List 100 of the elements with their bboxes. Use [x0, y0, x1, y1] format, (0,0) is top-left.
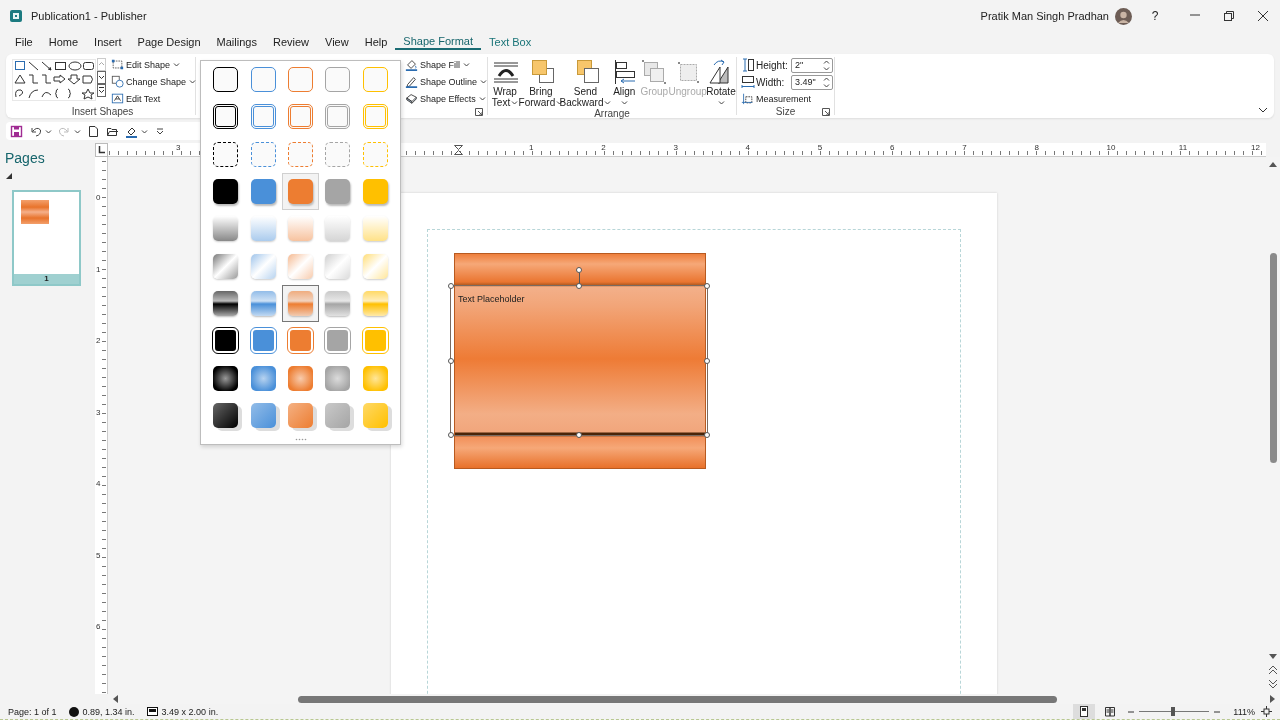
caret-icon: [74, 128, 81, 134]
group-label: Arrange: [594, 108, 630, 119]
ribbon-button[interactable]: Change Shape: [111, 74, 197, 89]
zoom-level[interactable]: 111%: [1233, 706, 1255, 717]
ruler-number: 1: [529, 143, 534, 152]
ribbon-tab[interactable]: Shape Format: [395, 34, 481, 50]
resize-handle[interactable]: [448, 283, 454, 289]
position-icon: [68, 706, 79, 717]
ruler-number: 10: [1106, 143, 1116, 152]
group-label: Size: [775, 106, 796, 117]
ribbon-tab[interactable]: Page Design: [129, 34, 209, 50]
resize-handle[interactable]: [448, 432, 454, 438]
scroll-right-icon[interactable]: [1270, 695, 1276, 703]
ribbon-tab[interactable]: Mailings: [208, 34, 265, 50]
scroll-thumb[interactable]: [1269, 253, 1277, 463]
caret-icon: [478, 96, 486, 101]
collapse-icon[interactable]: [6, 173, 12, 179]
app-icon: [9, 9, 23, 23]
ruler-number: 4: [96, 479, 101, 488]
size-readout: 3.49 x 2.00 in.: [161, 706, 219, 717]
indent-marker-icon[interactable]: [454, 145, 463, 155]
ribbon-tab[interactable]: Home: [40, 34, 87, 50]
ribbon-tab[interactable]: Insert: [86, 34, 130, 50]
field-label: Width:: [756, 76, 786, 88]
slider-thumb[interactable]: [1170, 707, 1175, 716]
page-thumbnail[interactable]: 1: [12, 190, 81, 286]
text-box-icon: [111, 92, 124, 105]
ruler-number: 0: [96, 193, 101, 202]
ruler-number: 11: [1178, 143, 1188, 152]
ribbon-tab[interactable]: View: [317, 34, 357, 50]
caret-icon: [511, 100, 519, 105]
placeholder-text: Text Placeholder: [458, 294, 525, 304]
ribbon-tab[interactable]: Review: [264, 34, 318, 50]
ribbon-tab[interactable]: Text Box: [481, 34, 540, 50]
scroll-thumb[interactable]: [298, 695, 1057, 703]
shape-effects-icon: [404, 92, 418, 105]
ruler-number: 1: [96, 264, 101, 274]
spinner-icon[interactable]: [823, 59, 830, 71]
pen-outline-icon: [404, 75, 418, 88]
ribbon-button[interactable]: Edit Text: [111, 91, 197, 106]
view-button[interactable]: [1073, 704, 1096, 719]
two-page-icon: [1104, 705, 1117, 718]
ribbon-button[interactable]: Measurement: [741, 91, 833, 106]
resize-handle[interactable]: [704, 357, 710, 364]
ribbon-button[interactable]: Shape Outline: [404, 74, 487, 89]
caret-icon: [463, 62, 470, 67]
collapse-ribbon-icon[interactable]: [1258, 107, 1268, 113]
size-icon: [146, 707, 158, 716]
close-icon[interactable]: [1257, 10, 1269, 22]
ribbon-tab[interactable]: File: [7, 34, 41, 50]
ribbon-tab[interactable]: Help: [356, 34, 396, 50]
ribbon-button[interactable]: Align: [609, 57, 640, 108]
measurement-icon: [741, 92, 754, 105]
ribbon-button[interactable]: Rotate: [705, 57, 736, 108]
ruler-number: 4: [745, 143, 751, 152]
pane-title: Pages: [5, 150, 46, 168]
caret-icon: [604, 100, 612, 105]
ruler-number: 5: [96, 550, 101, 560]
next-page-icon[interactable]: [1269, 680, 1277, 688]
rotation-handle[interactable]: [576, 267, 582, 273]
resize-handle[interactable]: [704, 432, 710, 438]
ruler-number: 6: [96, 622, 101, 631]
scroll-down-icon[interactable]: [1269, 654, 1277, 660]
resize-handle[interactable]: [576, 283, 582, 289]
save-icon[interactable]: [10, 124, 23, 138]
dialog-launcher-icon[interactable]: [822, 108, 830, 116]
scroll-down-button[interactable]: [97, 71, 106, 84]
resize-handle[interactable]: [704, 283, 710, 289]
dialog-launcher-icon[interactable]: [475, 108, 483, 116]
resize-handle[interactable]: [448, 357, 454, 364]
ruler-number: 12: [1251, 143, 1260, 152]
scroll-left-icon[interactable]: [112, 695, 118, 703]
size-field[interactable]: 2": [791, 57, 833, 73]
ruler-number: 3: [673, 143, 678, 152]
ribbon-button[interactable]: Wrap Text: [490, 57, 520, 108]
new-document-icon[interactable]: [87, 124, 100, 138]
caret-icon: [45, 128, 52, 134]
help-button[interactable]: ?: [1148, 9, 1162, 23]
caret-icon: [480, 79, 487, 84]
ruler-number: 2: [96, 336, 101, 345]
previous-page-icon[interactable]: [1269, 666, 1277, 674]
single-page-icon: [1078, 705, 1091, 718]
scroll-up-icon[interactable]: [1269, 161, 1277, 167]
restore-icon[interactable]: [1223, 10, 1235, 22]
resize-handle[interactable]: [576, 432, 582, 438]
tab-selector[interactable]: [95, 143, 108, 157]
ribbon-button[interactable]: Send Backward: [561, 57, 610, 108]
avatar-icon[interactable]: [1115, 7, 1132, 25]
ribbon-button[interactable]: Shape Fill: [404, 57, 487, 72]
shape-gallery[interactable]: [12, 59, 96, 101]
caret-icon: [141, 128, 148, 134]
fit-to-window-icon[interactable]: [1261, 706, 1272, 717]
user-name[interactable]: Pratik Man Singh Pradhan: [980, 10, 1109, 22]
more-button[interactable]: [97, 84, 106, 97]
size-field[interactable]: 3.49": [791, 74, 833, 90]
ruler-number: 7: [962, 143, 967, 152]
ribbon-button[interactable]: Shape Effects: [404, 91, 487, 106]
ribbon-button[interactable]: Edit Shape: [111, 57, 197, 72]
height-icon: [741, 58, 755, 72]
spinner-icon[interactable]: [823, 76, 830, 88]
